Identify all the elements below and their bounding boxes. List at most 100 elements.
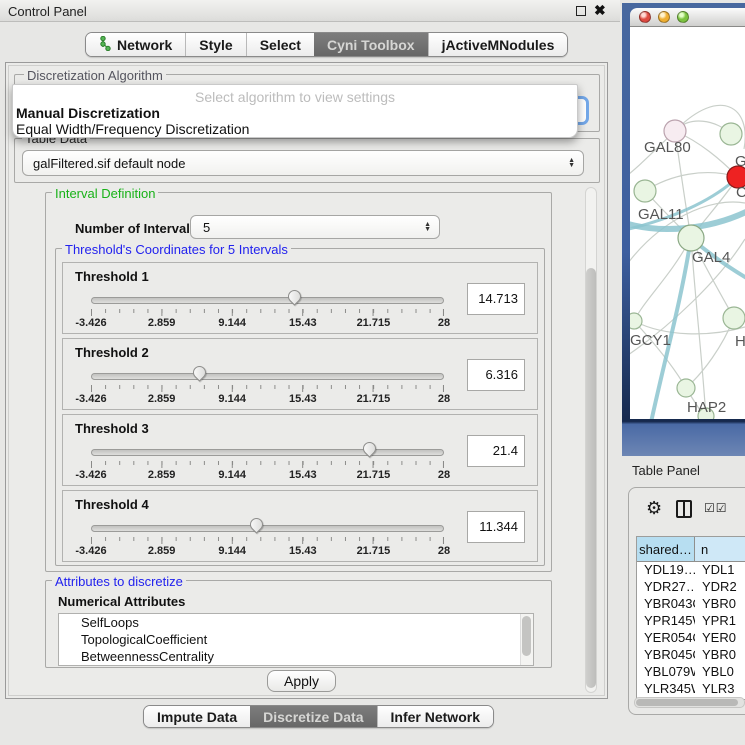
tick-label: 21.715: [357, 469, 391, 481]
table-row[interactable]: YBL079WYBL0: [637, 664, 745, 681]
node-label-gal4: GAL4: [692, 249, 730, 266]
window-close-icon[interactable]: [639, 11, 651, 23]
tab-discretize-data-label: Discretize Data: [263, 709, 363, 725]
tab-select[interactable]: Select: [246, 33, 314, 56]
threshold-1-panel: Threshold 1 -3.426 2.859 9.144 15.43 21.…: [62, 262, 538, 334]
tab-network[interactable]: Network: [86, 33, 185, 56]
tick-label: 9.144: [218, 393, 246, 405]
node-label-gal80: GAL80: [644, 139, 691, 156]
table-row[interactable]: YBR045CYBR0: [637, 647, 745, 664]
slider-track[interactable]: [91, 373, 444, 380]
table-row[interactable]: YDR27…YDR2: [637, 579, 745, 596]
slider-minor-ticks: [91, 537, 444, 541]
slider-track[interactable]: [91, 297, 444, 304]
table-header-row: shared… n: [637, 537, 745, 562]
numerical-attributes-list[interactable]: SelfLoops TopologicalCoefficient Between…: [58, 613, 534, 666]
cyni-bottom-tabbar: Impute Data Discretize Data Infer Networ…: [143, 705, 494, 728]
tab-impute-data[interactable]: Impute Data: [144, 706, 250, 727]
columns-icon[interactable]: [676, 500, 692, 518]
list-item-selfloops[interactable]: SelfLoops: [59, 614, 533, 631]
threshold-3-title: Threshold 3: [75, 421, 149, 436]
cell: YBL0: [695, 664, 745, 681]
tick-label: 28: [438, 469, 450, 481]
threshold-1-slider[interactable]: -3.426 2.859 9.144 15.43 21.715 28: [91, 289, 444, 329]
table-data-combobox[interactable]: galFiltered.sif default node ▲▼: [22, 150, 584, 176]
tick-label: 28: [438, 317, 450, 329]
tick-label: -3.426: [75, 317, 106, 329]
tick-label: 15.43: [289, 317, 317, 329]
cell: YBL079W: [637, 664, 695, 681]
table-row[interactable]: YBR043CYBR0: [637, 596, 745, 613]
table-row[interactable]: YLR345WYLR3: [637, 681, 745, 698]
cell: YLR345W: [637, 681, 695, 698]
node-label-c-partial: C: [736, 184, 745, 201]
tab-style[interactable]: Style: [185, 33, 245, 56]
node-label-h-partial: H: [735, 333, 745, 350]
slider-track[interactable]: [91, 525, 444, 532]
threshold-2-title: Threshold 2: [75, 345, 149, 360]
threshold-1-title: Threshold 1: [75, 269, 149, 284]
window-zoom-icon[interactable]: [677, 11, 689, 23]
tick-label: 21.715: [357, 317, 391, 329]
vertical-scrollbar-thumb[interactable]: [586, 268, 596, 688]
checkboxes-icon[interactable]: ☑☑: [704, 501, 728, 515]
table-horizontal-scrollbar-thumb[interactable]: [636, 699, 738, 706]
tick-label: 2.859: [148, 545, 176, 557]
slider-tick-labels: -3.426 2.859 9.144 15.43 21.715 28: [91, 317, 444, 329]
list-item-topologicalcoefficient[interactable]: TopologicalCoefficient: [59, 631, 533, 648]
threshold-2-slider[interactable]: -3.426 2.859 9.144 15.43 21.715 28: [91, 365, 444, 405]
popup-item-equal-width-frequency[interactable]: Equal Width/Frequency Discretization: [16, 121, 249, 137]
threshold-3-slider[interactable]: -3.426 2.859 9.144 15.43 21.715 28: [91, 441, 444, 481]
cell: YDR27…: [637, 579, 695, 596]
close-icon[interactable]: ✖: [594, 2, 606, 19]
algorithm-dropdown-popup: Select algorithm to view settings Manual…: [12, 84, 578, 138]
cell: YER0: [695, 630, 745, 647]
algorithm-popup-hint: Select algorithm to view settings: [13, 89, 577, 105]
gear-icon[interactable]: ⚙: [646, 498, 662, 519]
tab-network-label: Network: [117, 37, 172, 53]
attributes-list-scrollbar-thumb[interactable]: [522, 616, 531, 656]
panel-title: Control Panel: [8, 4, 87, 19]
slider-tick-labels: -3.426 2.859 9.144 15.43 21.715 28: [91, 469, 444, 481]
tab-infer-network-label: Infer Network: [391, 709, 480, 725]
table-row[interactable]: YPR145WYPR1: [637, 613, 745, 630]
network-canvas[interactable]: GAL80 GAL11 GAL4 GCY1 HAP2 H C GA: [630, 27, 745, 419]
threshold-3-value-field[interactable]: 21.4: [467, 435, 525, 467]
tab-jactivemnodules-label: jActiveMNodules: [442, 37, 555, 53]
popup-item-manual-discretization[interactable]: Manual Discretization: [16, 105, 160, 121]
network-view-titlebar[interactable]: [630, 8, 745, 27]
table-row[interactable]: YER054CYER0: [637, 630, 745, 647]
slider-minor-ticks: [91, 461, 444, 465]
slider-track[interactable]: [91, 449, 444, 456]
tab-cyni-toolbox[interactable]: Cyni Toolbox: [314, 33, 428, 56]
window-minimize-icon[interactable]: [658, 11, 670, 23]
slider-tick-labels: -3.426 2.859 9.144 15.43 21.715 28: [91, 545, 444, 557]
threshold-4-slider[interactable]: -3.426 2.859 9.144 15.43 21.715 28: [91, 517, 444, 557]
threshold-4-value-field[interactable]: 11.344: [467, 511, 525, 543]
tick-label: 15.43: [289, 469, 317, 481]
column-header-shared[interactable]: shared…: [637, 537, 695, 561]
tab-infer-network[interactable]: Infer Network: [377, 706, 493, 727]
threshold-1-value-field[interactable]: 14.713: [467, 283, 525, 315]
cell: YDL19…: [637, 562, 695, 579]
tick-label: -3.426: [75, 393, 106, 405]
tick-label: 21.715: [357, 393, 391, 405]
tick-label: 2.859: [148, 469, 176, 481]
cell: YLR3: [695, 681, 745, 698]
list-item-betweennesscentrality[interactable]: BetweennessCentrality: [59, 648, 533, 665]
tick-label: -3.426: [75, 469, 106, 481]
cell: YBR0: [695, 596, 745, 613]
threshold-2-value-field[interactable]: 6.316: [467, 359, 525, 391]
number-of-intervals-spinner[interactable]: 5 ▲▼: [190, 215, 440, 239]
apply-button[interactable]: Apply: [267, 670, 336, 692]
network-edges-and-nodes: [630, 27, 745, 419]
tick-label: 9.144: [218, 469, 246, 481]
node-attribute-table[interactable]: shared… n YDL19…YDL1 YDR27…YDR2 YBR043CY…: [636, 536, 745, 700]
spinner-arrows-icon: ▲▼: [424, 222, 431, 232]
table-row[interactable]: YDL19…YDL1: [637, 562, 745, 579]
tab-jactivemnodules[interactable]: jActiveMNodules: [428, 33, 568, 56]
tab-discretize-data[interactable]: Discretize Data: [250, 706, 376, 727]
float-window-icon[interactable]: [576, 6, 586, 16]
tab-impute-data-label: Impute Data: [157, 709, 237, 725]
column-header-name[interactable]: n: [695, 537, 745, 561]
